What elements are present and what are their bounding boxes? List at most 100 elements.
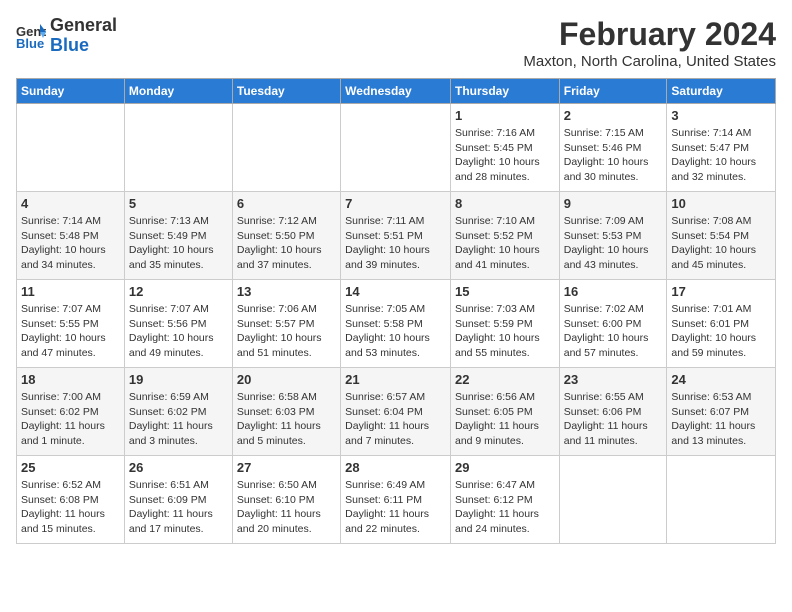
day-number: 25 — [21, 460, 120, 475]
calendar-cell: 25 Sunrise: 6:52 AM Sunset: 6:08 PM Dayli… — [17, 456, 125, 544]
calendar-cell: 8 Sunrise: 7:10 AM Sunset: 5:52 PM Daylig… — [450, 192, 559, 280]
day-info: Sunrise: 7:16 AM Sunset: 5:45 PM Dayligh… — [455, 126, 555, 185]
calendar-cell: 18 Sunrise: 7:00 AM Sunset: 6:02 PM Dayli… — [17, 368, 125, 456]
calendar-cell: 12 Sunrise: 7:07 AM Sunset: 5:56 PM Dayli… — [124, 280, 232, 368]
day-info: Sunrise: 7:05 AM Sunset: 5:58 PM Dayligh… — [345, 302, 446, 361]
page-header: General Blue General Blue February 2024 … — [16, 16, 776, 70]
day-number: 24 — [671, 372, 771, 387]
day-number: 16 — [564, 284, 663, 299]
day-number: 11 — [21, 284, 120, 299]
day-info: Sunrise: 7:07 AM Sunset: 5:55 PM Dayligh… — [21, 302, 120, 361]
calendar-cell: 19Sunrise: 6:59 AM Sunset: 6:02 PM Dayli… — [124, 368, 232, 456]
calendar-cell: 20 Sunrise: 6:58 AM Sunset: 6:03 PM Dayli… — [232, 368, 340, 456]
calendar-table: SundayMondayTuesdayWednesdayThursdayFrid… — [16, 78, 776, 544]
day-number: 28 — [345, 460, 446, 475]
day-number: 10 — [671, 196, 771, 211]
day-info: Sunrise: 7:10 AM Sunset: 5:52 PM Dayligh… — [455, 214, 555, 273]
calendar-cell: 29Sunrise: 6:47 AM Sunset: 6:12 PM Dayli… — [450, 456, 559, 544]
day-number: 15 — [455, 284, 555, 299]
calendar-cell: 10 Sunrise: 7:08 AM Sunset: 5:54 PM Dayli… — [667, 192, 776, 280]
day-info: Sunrise: 6:56 AM Sunset: 6:05 PM Dayligh… — [455, 390, 555, 449]
calendar-cell: 22 Sunrise: 6:56 AM Sunset: 6:05 PM Dayli… — [450, 368, 559, 456]
day-header: Wednesday — [341, 79, 451, 104]
day-info: Sunrise: 7:03 AM Sunset: 5:59 PM Dayligh… — [455, 302, 555, 361]
day-number: 5 — [129, 196, 228, 211]
day-number: 8 — [455, 196, 555, 211]
day-info: Sunrise: 7:09 AM Sunset: 5:53 PM Dayligh… — [564, 214, 663, 273]
day-number: 17 — [671, 284, 771, 299]
day-header: Tuesday — [232, 79, 340, 104]
calendar-cell — [124, 104, 232, 192]
day-number: 7 — [345, 196, 446, 211]
day-info: Sunrise: 7:13 AM Sunset: 5:49 PM Dayligh… — [129, 214, 228, 273]
day-info: Sunrise: 7:14 AM Sunset: 5:48 PM Dayligh… — [21, 214, 120, 273]
day-number: 18 — [21, 372, 120, 387]
day-info: Sunrise: 7:02 AM Sunset: 6:00 PM Dayligh… — [564, 302, 663, 361]
calendar-cell — [341, 104, 451, 192]
day-info: Sunrise: 7:08 AM Sunset: 5:54 PM Dayligh… — [671, 214, 771, 273]
day-header: Friday — [559, 79, 667, 104]
day-info: Sunrise: 7:07 AM Sunset: 5:56 PM Dayligh… — [129, 302, 228, 361]
calendar-cell: 6Sunrise: 7:12 AM Sunset: 5:50 PM Daylig… — [232, 192, 340, 280]
day-info: Sunrise: 7:14 AM Sunset: 5:47 PM Dayligh… — [671, 126, 771, 185]
logo: General Blue General Blue — [16, 16, 117, 56]
calendar-cell: 1 Sunrise: 7:16 AM Sunset: 5:45 PM Daylig… — [450, 104, 559, 192]
day-number: 29 — [455, 460, 555, 475]
calendar-cell: 3 Sunrise: 7:14 AM Sunset: 5:47 PM Daylig… — [667, 104, 776, 192]
svg-text:Blue: Blue — [16, 36, 44, 50]
calendar-cell: 28Sunrise: 6:49 AM Sunset: 6:11 PM Dayli… — [341, 456, 451, 544]
calendar-cell: 14 Sunrise: 7:05 AM Sunset: 5:58 PM Dayli… — [341, 280, 451, 368]
calendar-cell — [667, 456, 776, 544]
day-number: 20 — [237, 372, 336, 387]
day-info: Sunrise: 7:11 AM Sunset: 5:51 PM Dayligh… — [345, 214, 446, 273]
calendar-cell — [232, 104, 340, 192]
calendar-cell: 26 Sunrise: 6:51 AM Sunset: 6:09 PM Dayli… — [124, 456, 232, 544]
day-info: Sunrise: 7:15 AM Sunset: 5:46 PM Dayligh… — [564, 126, 663, 185]
day-number: 26 — [129, 460, 228, 475]
day-number: 3 — [671, 108, 771, 123]
day-info: Sunrise: 6:58 AM Sunset: 6:03 PM Dayligh… — [237, 390, 336, 449]
calendar-cell: 11 Sunrise: 7:07 AM Sunset: 5:55 PM Dayli… — [17, 280, 125, 368]
calendar-cell: 23 Sunrise: 6:55 AM Sunset: 6:06 PM Dayli… — [559, 368, 667, 456]
calendar-cell: 16 Sunrise: 7:02 AM Sunset: 6:00 PM Dayli… — [559, 280, 667, 368]
calendar-cell: 15 Sunrise: 7:03 AM Sunset: 5:59 PM Dayli… — [450, 280, 559, 368]
day-info: Sunrise: 6:59 AM Sunset: 6:02 PM Dayligh… — [129, 390, 228, 449]
day-header: Monday — [124, 79, 232, 104]
day-number: 13 — [237, 284, 336, 299]
day-info: Sunrise: 6:57 AM Sunset: 6:04 PM Dayligh… — [345, 390, 446, 449]
day-number: 21 — [345, 372, 446, 387]
page-title: February 2024 — [523, 16, 776, 53]
calendar-cell — [559, 456, 667, 544]
logo-line1: General — [50, 15, 117, 35]
calendar-cell: 4 Sunrise: 7:14 AM Sunset: 5:48 PM Daylig… — [17, 192, 125, 280]
calendar-cell: 21 Sunrise: 6:57 AM Sunset: 6:04 PM Dayli… — [341, 368, 451, 456]
day-number: 22 — [455, 372, 555, 387]
day-number: 14 — [345, 284, 446, 299]
day-number: 4 — [21, 196, 120, 211]
day-number: 23 — [564, 372, 663, 387]
day-header: Saturday — [667, 79, 776, 104]
day-info: Sunrise: 6:51 AM Sunset: 6:09 PM Dayligh… — [129, 478, 228, 537]
day-number: 1 — [455, 108, 555, 123]
day-number: 27 — [237, 460, 336, 475]
calendar-cell: 13 Sunrise: 7:06 AM Sunset: 5:57 PM Dayli… — [232, 280, 340, 368]
day-info: Sunrise: 6:52 AM Sunset: 6:08 PM Dayligh… — [21, 478, 120, 537]
title-block: February 2024 Maxton, North Carolina, Un… — [523, 16, 776, 70]
calendar-cell: 17 Sunrise: 7:01 AM Sunset: 6:01 PM Dayli… — [667, 280, 776, 368]
day-info: Sunrise: 6:50 AM Sunset: 6:10 PM Dayligh… — [237, 478, 336, 537]
day-number: 2 — [564, 108, 663, 123]
calendar-cell: 9Sunrise: 7:09 AM Sunset: 5:53 PM Daylig… — [559, 192, 667, 280]
day-info: Sunrise: 6:55 AM Sunset: 6:06 PM Dayligh… — [564, 390, 663, 449]
day-info: Sunrise: 7:06 AM Sunset: 5:57 PM Dayligh… — [237, 302, 336, 361]
day-info: Sunrise: 7:00 AM Sunset: 6:02 PM Dayligh… — [21, 390, 120, 449]
calendar-cell — [17, 104, 125, 192]
calendar-cell: 24 Sunrise: 6:53 AM Sunset: 6:07 PM Dayli… — [667, 368, 776, 456]
day-number: 12 — [129, 284, 228, 299]
day-info: Sunrise: 7:12 AM Sunset: 5:50 PM Dayligh… — [237, 214, 336, 273]
logo-line2: Blue — [50, 35, 89, 55]
day-info: Sunrise: 6:53 AM Sunset: 6:07 PM Dayligh… — [671, 390, 771, 449]
logo-icon: General Blue — [16, 22, 46, 50]
calendar-cell: 2 Sunrise: 7:15 AM Sunset: 5:46 PM Daylig… — [559, 104, 667, 192]
day-info: Sunrise: 7:01 AM Sunset: 6:01 PM Dayligh… — [671, 302, 771, 361]
calendar-cell: 5 Sunrise: 7:13 AM Sunset: 5:49 PM Daylig… — [124, 192, 232, 280]
